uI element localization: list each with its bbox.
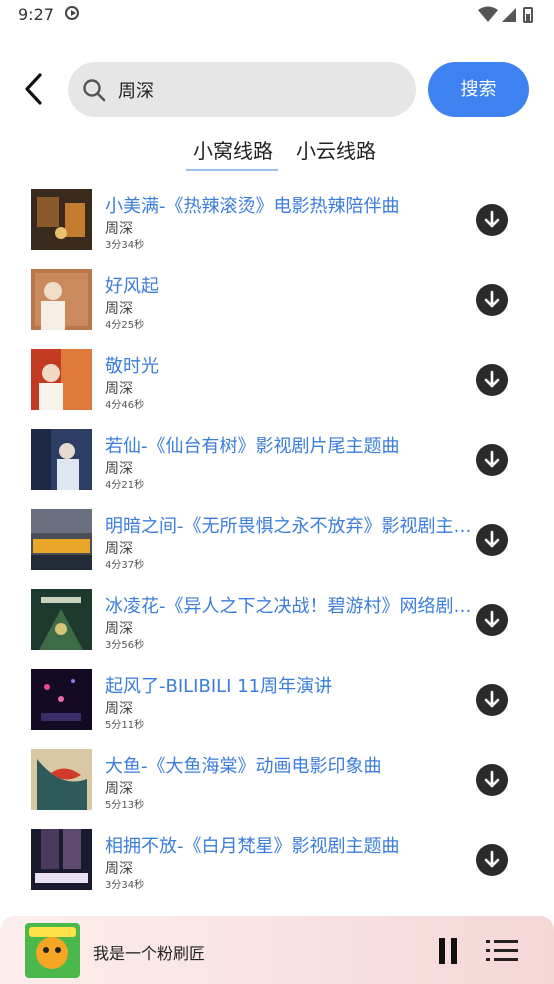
album-cover <box>31 829 92 890</box>
download-arrow-icon <box>484 450 500 468</box>
mini-player[interactable]: 我是一个粉刷匠 <box>0 916 554 984</box>
album-cover <box>31 269 92 330</box>
signal-icon <box>502 8 516 22</box>
album-cover <box>31 189 92 250</box>
search-box[interactable] <box>68 62 416 117</box>
song-row[interactable]: 明暗之间-《无所畏惧之永不放弃》影视剧主题曲 周深 4分37秒 <box>0 500 554 580</box>
song-row[interactable]: 好风起 周深 4分25秒 <box>0 260 554 340</box>
pause-button[interactable] <box>438 938 458 964</box>
song-artist: 周深 <box>105 781 133 797</box>
download-button[interactable] <box>476 844 508 876</box>
download-arrow-icon <box>484 610 500 628</box>
song-title: 若仙-《仙台有树》影视剧片尾主题曲 <box>105 436 400 457</box>
download-arrow-icon <box>484 370 500 388</box>
song-row[interactable]: 相拥不放-《白月梵星》影视剧主题曲 周深 3分34秒 <box>0 820 554 900</box>
wifi-icon <box>478 6 498 22</box>
playlist-button[interactable] <box>486 938 518 964</box>
album-cover <box>31 429 92 490</box>
song-duration: 5分11秒 <box>105 720 145 731</box>
song-artist: 周深 <box>105 541 133 557</box>
song-title: 相拥不放-《白月梵星》影视剧主题曲 <box>105 836 400 857</box>
song-row[interactable]: 大鱼-《大鱼海棠》动画电影印象曲 周深 5分13秒 <box>0 740 554 820</box>
status-bar: 9:27 <box>0 0 554 32</box>
song-artist: 周深 <box>105 861 133 877</box>
song-title: 敬时光 <box>105 356 159 377</box>
album-cover <box>31 349 92 410</box>
search-icon <box>83 79 106 102</box>
song-artist: 周深 <box>105 381 133 397</box>
now-playing-title: 我是一个粉刷匠 <box>93 944 206 963</box>
album-cover <box>31 669 92 730</box>
status-time: 9:27 <box>18 5 54 24</box>
song-artist: 周深 <box>105 621 133 637</box>
download-button[interactable] <box>476 764 508 796</box>
song-duration: 3分34秒 <box>105 240 145 251</box>
chevron-left-icon <box>25 73 42 105</box>
album-cover <box>31 509 92 570</box>
tab-xiaoyun[interactable]: 小云线路 <box>296 135 376 164</box>
active-tab-indicator <box>186 169 278 171</box>
song-duration: 4分21秒 <box>105 480 145 491</box>
song-artist: 周深 <box>105 301 133 317</box>
download-button[interactable] <box>476 684 508 716</box>
song-duration: 4分37秒 <box>105 560 145 571</box>
song-duration: 5分13秒 <box>105 800 145 811</box>
download-arrow-icon <box>484 850 500 868</box>
song-title: 好风起 <box>105 276 159 297</box>
download-arrow-icon <box>484 770 500 788</box>
back-button[interactable] <box>20 72 50 106</box>
song-title: 明暗之间-《无所畏惧之永不放弃》影视剧主题曲 <box>105 516 477 537</box>
song-duration: 4分46秒 <box>105 400 145 411</box>
song-title: 冰凌花-《异人之下之决战！碧游村》网络剧主题曲 <box>105 596 477 617</box>
download-button[interactable] <box>476 204 508 236</box>
song-title: 起风了-BILIBILI 11周年演讲 <box>105 676 333 697</box>
album-cover <box>31 749 92 810</box>
search-input[interactable] <box>116 72 400 108</box>
system-status-icons <box>478 6 533 23</box>
download-button[interactable] <box>476 524 508 556</box>
download-button[interactable] <box>476 444 508 476</box>
tab-xiaowo[interactable]: 小窝线路 <box>193 135 273 164</box>
media-playing-icon <box>65 6 79 20</box>
route-tabs: 小窝线路 小云线路 <box>0 135 554 175</box>
download-arrow-icon <box>484 210 500 228</box>
player-cover <box>25 923 80 978</box>
song-artist: 周深 <box>105 461 133 477</box>
song-row[interactable]: 冰凌花-《异人之下之决战！碧游村》网络剧主题曲 周深 3分56秒 <box>0 580 554 660</box>
song-artist: 周深 <box>105 701 133 717</box>
download-arrow-icon <box>484 530 500 548</box>
search-button[interactable]: 搜索 <box>428 62 529 117</box>
song-row[interactable]: 敬时光 周深 4分46秒 <box>0 340 554 420</box>
song-duration: 4分25秒 <box>105 320 145 331</box>
song-row[interactable]: 小美满-《热辣滚烫》电影热辣陪伴曲 周深 3分34秒 <box>0 180 554 260</box>
playlist-icon <box>486 940 518 961</box>
song-artist: 周深 <box>105 221 133 237</box>
song-row[interactable]: 若仙-《仙台有树》影视剧片尾主题曲 周深 4分21秒 <box>0 420 554 500</box>
album-cover <box>31 589 92 650</box>
song-row[interactable]: 起风了-BILIBILI 11周年演讲 周深 5分11秒 <box>0 660 554 740</box>
download-button[interactable] <box>476 364 508 396</box>
download-button[interactable] <box>476 604 508 636</box>
song-duration: 3分56秒 <box>105 640 145 651</box>
download-arrow-icon <box>484 290 500 308</box>
song-title: 大鱼-《大鱼海棠》动画电影印象曲 <box>105 756 382 777</box>
song-title: 小美满-《热辣滚烫》电影热辣陪伴曲 <box>105 196 400 217</box>
download-arrow-icon <box>484 690 500 708</box>
song-duration: 3分34秒 <box>105 880 145 891</box>
download-button[interactable] <box>476 284 508 316</box>
